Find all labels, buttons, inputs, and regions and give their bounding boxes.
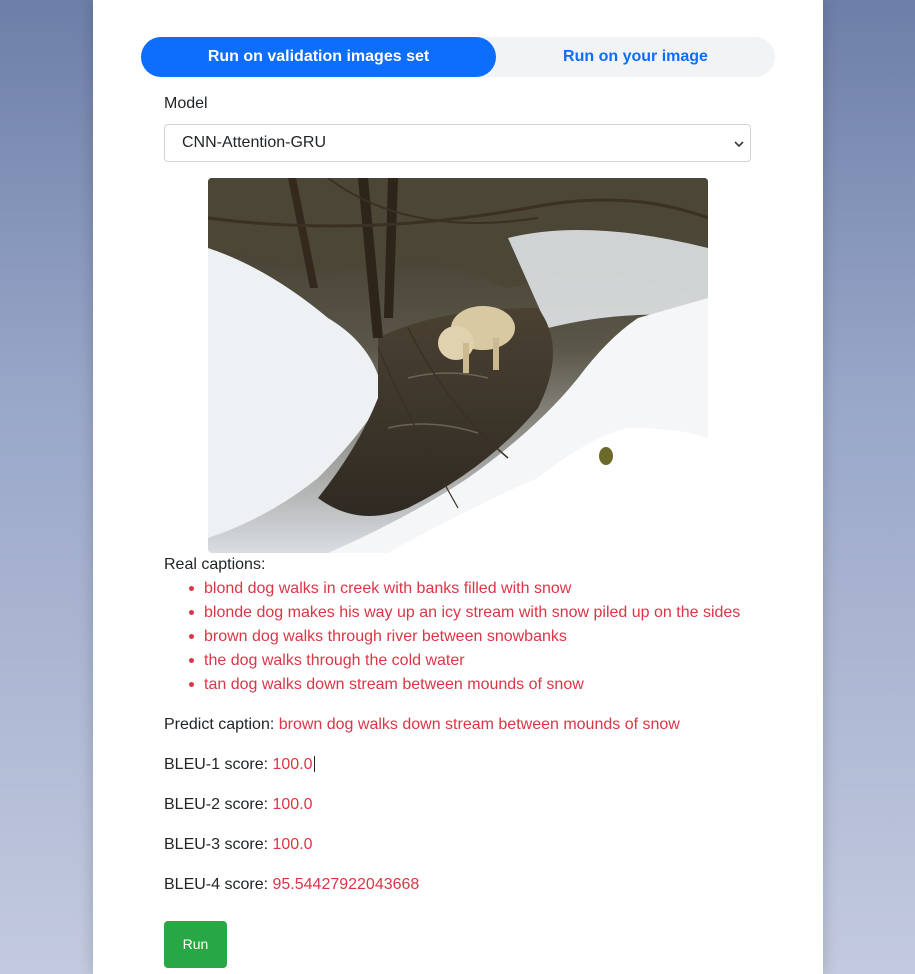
model-select-value: CNN-Attention-GRU: [182, 134, 327, 151]
tab-validation-images[interactable]: Run on validation images set: [141, 37, 496, 77]
run-button[interactable]: Run: [164, 921, 227, 968]
real-captions-label: Real captions:: [164, 556, 266, 573]
bleu4-label: BLEU-4 score:: [164, 876, 269, 893]
list-item: blond dog walks in creek with banks fill…: [164, 580, 740, 604]
model-label: Model: [164, 95, 208, 112]
bleu3-value: 100.0: [272, 836, 313, 853]
bleu3-label: BLEU-3 score:: [164, 836, 269, 853]
bleu2-value: 100.0: [272, 796, 313, 813]
main-card: Run on validation images set Run on your…: [93, 0, 823, 974]
list-item: the dog walks through the cold water: [164, 652, 740, 676]
model-select[interactable]: CNN-Attention-GRU: [164, 124, 751, 162]
list-item: brown dog walks through river between sn…: [164, 628, 740, 652]
snow-creek-dog-photo: [208, 178, 708, 553]
bleu2-row: BLEU-2 score: 100.0: [164, 796, 313, 814]
predict-caption-label: Predict caption:: [164, 716, 275, 733]
real-captions-list: blond dog walks in creek with banks fill…: [164, 580, 740, 700]
list-item: tan dog walks down stream between mounds…: [164, 676, 740, 700]
bleu1-value: 100.0: [272, 756, 313, 773]
bleu1-row: BLEU-1 score: 100.0: [164, 756, 315, 774]
bleu4-row: BLEU-4 score: 95.54427922043668: [164, 876, 419, 894]
chevron-down-icon: [734, 141, 744, 148]
predict-caption-value: brown dog walks down stream between moun…: [278, 716, 680, 733]
bleu3-row: BLEU-3 score: 100.0: [164, 836, 313, 854]
predict-caption-row: Predict caption: brown dog walks down st…: [164, 716, 680, 734]
mode-tabs: Run on validation images set Run on your…: [141, 37, 775, 77]
bleu4-value: 95.54427922043668: [272, 876, 420, 893]
bleu2-label: BLEU-2 score:: [164, 796, 269, 813]
sample-image: [208, 178, 708, 553]
list-item: blonde dog makes his way up an icy strea…: [164, 604, 740, 628]
tab-your-image[interactable]: Run on your image: [496, 37, 775, 77]
bleu1-label: BLEU-1 score:: [164, 756, 269, 773]
text-cursor: [313, 756, 315, 772]
